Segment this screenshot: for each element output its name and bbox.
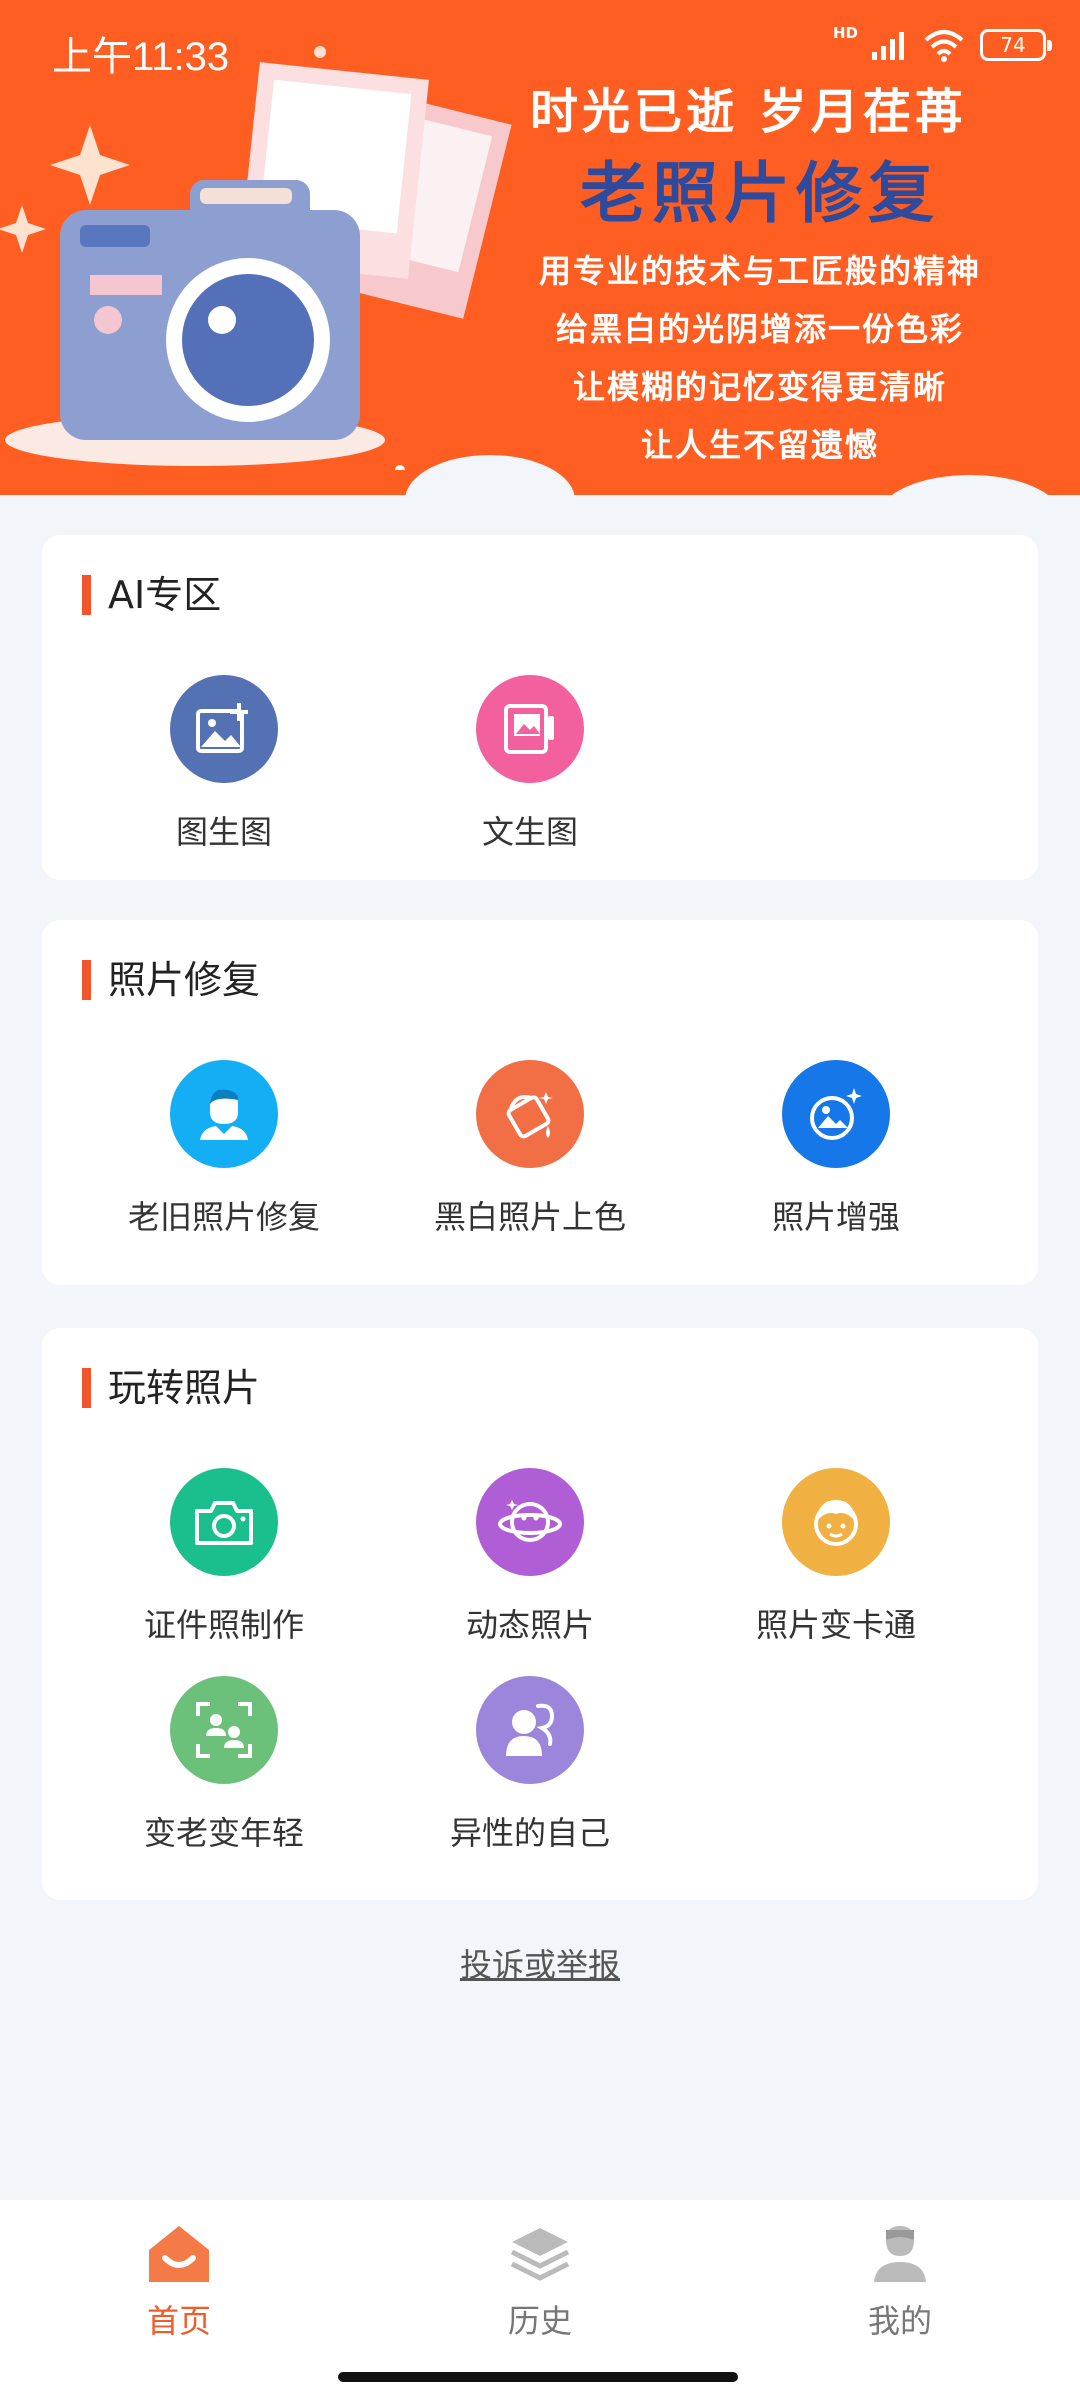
banner-line: 用专业的技术与工匠般的精神 <box>538 252 981 290</box>
banner-slogan: 用专业的技术与工匠般的精神 给黑白的光阴增添一份色彩 让模糊的记忆变得更清晰 让… <box>510 242 1010 474</box>
feature-label: 变老变年轻 <box>143 1814 304 1852</box>
feature-id-photo[interactable]: 证件照制作 <box>71 1468 377 1646</box>
banner-line: 让模糊的记忆变得更清晰 <box>572 368 947 406</box>
section-ai: AI专区 图生图 文生图 <box>42 535 1038 880</box>
feature-cartoon[interactable]: 照片变卡通 <box>683 1468 989 1646</box>
feature-enhance[interactable]: 照片增强 <box>683 1060 989 1238</box>
feature-age-change[interactable]: 变老变年轻 <box>71 1676 377 1854</box>
feature-image-to-image[interactable]: 图生图 <box>71 675 377 853</box>
feature-label: 证件照制作 <box>143 1606 304 1644</box>
wifi-icon <box>924 30 964 62</box>
paint-bucket-icon <box>476 1060 584 1168</box>
feature-label: 照片变卡通 <box>755 1606 916 1644</box>
nav-label: 历史 <box>507 2302 572 2340</box>
bottom-nav: 首页 历史 我的 <box>0 2200 1080 2400</box>
feature-label: 文生图 <box>481 813 578 851</box>
profile-swap-icon <box>476 1676 584 1784</box>
image-plus-icon <box>170 675 278 783</box>
section-play-photos: 玩转照片 证件照制作 动态照片 照片变卡通 变老变年轻 异性的自己 <box>42 1328 1038 1900</box>
status-time: 上午11:33 <box>52 35 230 79</box>
nav-history[interactable]: 历史 <box>440 2224 640 2342</box>
banner-line: 给黑白的光阴增添一份色彩 <box>555 310 964 348</box>
banner-subtitle: 老照片修复 <box>580 154 940 232</box>
planet-face-icon <box>476 1468 584 1576</box>
home-icon <box>149 2226 209 2282</box>
user-icon <box>874 2226 926 2282</box>
feature-old-photo-repair[interactable]: 老旧照片修复 <box>71 1060 377 1238</box>
battery-indicator: 74 <box>980 29 1052 61</box>
nav-label: 我的 <box>867 2302 932 2340</box>
camera-illustration <box>0 46 512 470</box>
network-badge: HD <box>832 24 858 42</box>
photo-frame-icon <box>476 675 584 783</box>
feature-label: 图生图 <box>175 813 272 851</box>
banner-title: 时光已逝 岁月荏苒 <box>530 84 967 140</box>
feature-label: 照片增强 <box>771 1198 900 1236</box>
image-sparkle-icon <box>782 1060 890 1168</box>
signal-icon <box>872 32 904 60</box>
feature-label: 老旧照片修复 <box>127 1198 320 1236</box>
age-scan-icon <box>170 1676 278 1784</box>
section-title: 玩转照片 <box>82 1366 260 1410</box>
nav-home[interactable]: 首页 <box>79 2224 279 2342</box>
home-indicator[interactable] <box>338 2372 738 2382</box>
banner[interactable]: 上午11:33 HD 74 时光已逝 岁月荏苒 老照片修复 用专业的技术与工匠般… <box>0 0 1080 495</box>
report-link[interactable]: 投诉或举报 <box>0 1940 1080 1986</box>
feature-dynamic-photo[interactable]: 动态照片 <box>377 1468 683 1646</box>
section-photo-repair: 照片修复 老旧照片修复 黑白照片上色 照片增强 <box>42 920 1038 1285</box>
feature-label: 异性的自己 <box>449 1814 610 1852</box>
nav-mine[interactable]: 我的 <box>800 2224 1000 2342</box>
section-title: 照片修复 <box>82 958 260 1002</box>
feature-text-to-image[interactable]: 文生图 <box>377 675 683 853</box>
cartoon-face-icon <box>782 1468 890 1576</box>
feature-label: 动态照片 <box>465 1606 594 1644</box>
layers-icon <box>510 2228 570 2281</box>
person-icon <box>170 1060 278 1168</box>
nav-label: 首页 <box>146 2302 211 2340</box>
feature-label: 黑白照片上色 <box>433 1198 626 1236</box>
section-title: AI专区 <box>82 573 221 617</box>
camera-icon <box>170 1468 278 1576</box>
banner-line: 让人生不留遗憾 <box>640 426 879 464</box>
feature-opposite-gender[interactable]: 异性的自己 <box>377 1676 683 1854</box>
feature-colorize[interactable]: 黑白照片上色 <box>377 1060 683 1238</box>
status-icons: HD 74 <box>833 24 1052 62</box>
